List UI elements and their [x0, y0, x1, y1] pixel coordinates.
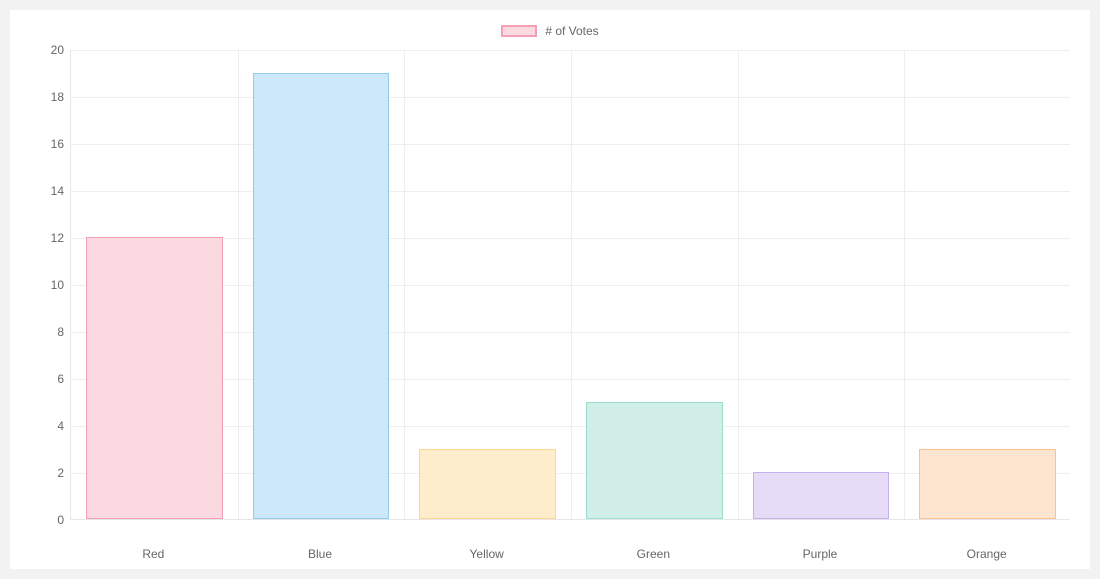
bar-blue[interactable]	[253, 73, 390, 520]
x-tick-label: Green	[637, 547, 670, 561]
y-tick-label: 8	[30, 325, 64, 339]
y-tick-label: 2	[30, 466, 64, 480]
chart-card: # of Votes 0 2 4 6 8 10 12 14 16 18 20 Red Blue Yello…	[10, 10, 1090, 569]
x-tick-label: Blue	[308, 547, 332, 561]
x-tick-label: Purple	[803, 547, 838, 561]
legend-label: # of Votes	[545, 24, 598, 38]
x-tick-label: Red	[142, 547, 164, 561]
plot-area	[70, 50, 1070, 520]
y-tick-label: 6	[30, 372, 64, 386]
bar-red[interactable]	[86, 237, 223, 519]
bar-purple[interactable]	[753, 472, 890, 519]
x-tick-label: Orange	[967, 547, 1007, 561]
x-tick-label: Yellow	[470, 547, 504, 561]
gridline-x	[404, 50, 405, 519]
legend-swatch	[501, 25, 537, 37]
chart-area	[70, 50, 1070, 520]
gridline-x	[738, 50, 739, 519]
y-tick-label: 12	[30, 231, 64, 245]
y-tick-label: 20	[30, 43, 64, 57]
legend-item-votes[interactable]: # of Votes	[501, 24, 598, 38]
y-tick-label: 0	[30, 513, 64, 527]
y-tick-label: 4	[30, 419, 64, 433]
y-tick-label: 16	[30, 137, 64, 151]
y-tick-label: 10	[30, 278, 64, 292]
bar-orange[interactable]	[919, 449, 1056, 520]
y-tick-label: 18	[30, 90, 64, 104]
gridline-x	[571, 50, 572, 519]
y-tick-label: 14	[30, 184, 64, 198]
chart-legend[interactable]: # of Votes	[10, 24, 1090, 40]
gridline-x	[238, 50, 239, 519]
bar-yellow[interactable]	[419, 449, 556, 520]
gridline-x	[904, 50, 905, 519]
bar-green[interactable]	[586, 402, 723, 520]
